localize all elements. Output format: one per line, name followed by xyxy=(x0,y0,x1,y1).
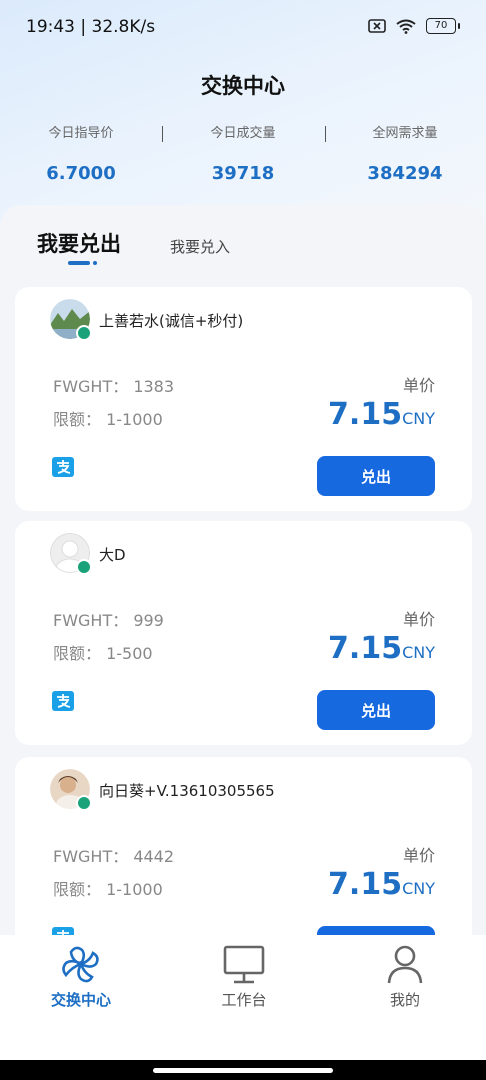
unit-price-label: 单价 xyxy=(402,846,435,865)
amount-text: FWGHT： 999 xyxy=(53,611,164,630)
price: 7.15CNY xyxy=(328,631,435,666)
nav-item-workbench[interactable]: 工作台 xyxy=(184,935,304,1010)
limit-text: 限额： 1-1000 xyxy=(53,880,163,899)
seller-name: 大D xyxy=(99,546,126,564)
home-indicator[interactable] xyxy=(153,1068,333,1073)
nav-label: 我的 xyxy=(389,991,420,1009)
wifi-icon xyxy=(396,19,416,34)
price-value: 7.15 xyxy=(328,397,403,432)
fan-icon xyxy=(62,946,99,983)
price-value: 7.15 xyxy=(328,631,403,666)
limit-text: 限额： 1-1000 xyxy=(53,410,163,429)
seller-name: 向日葵+V.13610305565 xyxy=(99,782,275,800)
page-title: 交换中心 xyxy=(201,74,285,98)
unit-price-label: 单价 xyxy=(402,610,435,629)
stat-volume: 今日成交量 39718 xyxy=(162,122,324,184)
price-currency: CNY xyxy=(402,643,435,662)
price: 7.15CNY xyxy=(328,867,435,902)
status-icons: 70 xyxy=(368,18,460,34)
listing-card[interactable]: 大D FWGHT： 999 限额： 1-500 单价 7.15CNY 兑出 xyxy=(15,521,472,745)
listing-card[interactable]: 向日葵+V.13610305565 FWGHT： 4442 限额： 1-1000… xyxy=(15,757,472,935)
stat-value: 6.7000 xyxy=(46,163,116,184)
monitor-icon xyxy=(223,945,265,984)
stat-guide-price: 今日指导价 6.7000 xyxy=(0,122,162,184)
sell-button[interactable]: 兑出 xyxy=(317,926,435,935)
online-status-dot xyxy=(76,795,92,811)
alipay-icon xyxy=(52,691,74,711)
online-status-dot xyxy=(76,559,92,575)
price-value: 7.15 xyxy=(328,867,403,902)
tab-buy[interactable]: 我要兑入 xyxy=(170,236,230,257)
sim-off-icon xyxy=(368,19,386,33)
stat-demand: 全网需求量 384294 xyxy=(324,122,486,184)
nav-label: 交换中心 xyxy=(50,991,111,1009)
battery-indicator: 70 xyxy=(426,18,460,34)
amount-text: FWGHT： 4442 xyxy=(53,847,175,866)
sell-button[interactable]: 兑出 xyxy=(317,690,435,730)
listing-card[interactable]: 上善若水(诚信+秒付) FWGHT： 1383 限额： 1-1000 单价 7.… xyxy=(15,287,472,511)
stat-label: 今日指导价 xyxy=(48,126,114,141)
stat-value: 39718 xyxy=(211,163,275,184)
bottom-nav: 交换中心 工作台 我的 xyxy=(0,935,486,1060)
stat-value: 384294 xyxy=(367,163,443,184)
limit-text: 限额： 1-500 xyxy=(53,644,153,663)
nav-item-exchange[interactable]: 交换中心 xyxy=(21,935,141,1010)
alipay-icon xyxy=(52,457,74,477)
tab-sell[interactable]: 我要兑出 xyxy=(37,228,121,258)
online-status-dot xyxy=(76,325,92,341)
nav-item-mine[interactable]: 我的 xyxy=(345,935,465,1010)
price-currency: CNY xyxy=(402,879,435,898)
stats-row: 今日指导价 6.7000 今日成交量 39718 全网需求量 384294 xyxy=(0,122,486,192)
tab-indicator-dot xyxy=(93,261,97,265)
listing-panel: 我要兑出 我要兑入 上善若水(诚信+秒付) FWGHT： 1383 限额： 1-… xyxy=(0,205,486,935)
price-currency: CNY xyxy=(402,409,435,428)
tab-bar: 我要兑出 我要兑入 xyxy=(0,205,486,275)
stat-label: 全网需求量 xyxy=(372,126,438,141)
seller-name: 上善若水(诚信+秒付) xyxy=(99,312,244,330)
sell-button[interactable]: 兑出 xyxy=(317,456,435,496)
unit-price-label: 单价 xyxy=(402,376,435,395)
tab-indicator xyxy=(68,261,90,265)
amount-text: FWGHT： 1383 xyxy=(53,377,175,396)
price: 7.15CNY xyxy=(328,397,435,432)
stat-label: 今日成交量 xyxy=(210,126,276,141)
status-time: 19:43 | 32.8K/s xyxy=(26,17,156,37)
user-icon xyxy=(387,945,423,984)
status-bar: 19:43 | 32.8K/s 70 xyxy=(0,0,486,56)
nav-label: 工作台 xyxy=(221,991,267,1009)
alipay-icon xyxy=(52,927,74,935)
